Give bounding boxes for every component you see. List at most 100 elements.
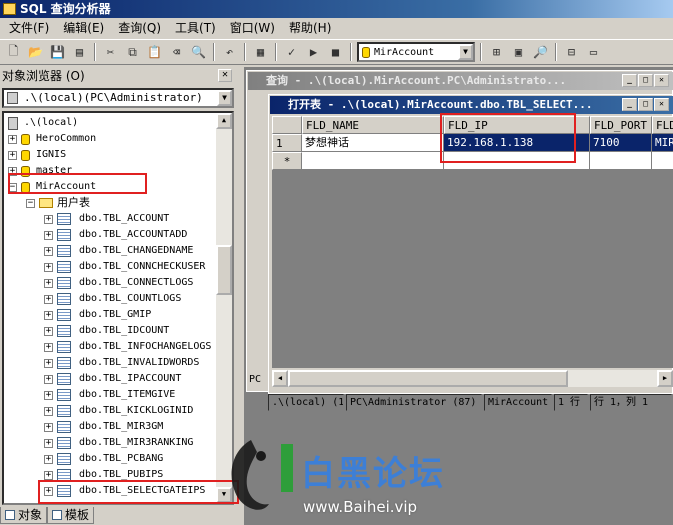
tree-node-table[interactable]: + dbo.TBL_ACCOUNTADD — [44, 227, 187, 243]
tree-node-table[interactable]: + dbo.TBL_GMIP — [44, 307, 151, 323]
expand-icon[interactable]: + — [44, 438, 53, 448]
close-icon[interactable]: ✕ — [218, 69, 232, 82]
table-cell[interactable]: 梦想神话 — [302, 134, 444, 152]
menu-window[interactable]: 窗口(W) — [223, 18, 282, 38]
scroll-left-icon[interactable]: ◀ — [272, 370, 288, 387]
expand-icon[interactable]: + — [44, 294, 53, 304]
tree-node-server[interactable]: .\(local) — [8, 115, 78, 131]
expand-icon[interactable]: + — [44, 230, 53, 240]
scroll-thumb[interactable] — [288, 370, 568, 387]
clear-window-icon[interactable]: ⌫ — [167, 43, 186, 62]
open-icon[interactable]: 📂 — [26, 43, 45, 62]
expand-icon[interactable]: + — [8, 150, 17, 160]
minimize-icon[interactable]: _ — [622, 98, 637, 111]
database-select[interactable]: MirAccount ▼ — [357, 42, 475, 62]
column-header[interactable]: FLD_NAME — [302, 116, 444, 134]
table-cell[interactable] — [652, 152, 673, 170]
tree-node-database[interactable]: + IGNIS — [8, 147, 66, 163]
table-cell[interactable] — [590, 152, 652, 170]
tree-node-table[interactable]: + dbo.TBL_PCBANG — [44, 451, 163, 467]
new-query-icon[interactable]: 🗋 — [4, 43, 23, 62]
menu-edit[interactable]: 编辑(E) — [56, 18, 111, 38]
maximize-icon[interactable]: □ — [638, 74, 653, 87]
query-window-title[interactable]: 查询 - .\(local).MirAccount.PC\Administrat… — [248, 72, 673, 90]
find-icon[interactable]: 🔍 — [189, 43, 208, 62]
expand-icon[interactable]: + — [44, 422, 53, 432]
parse-icon[interactable]: ✓ — [282, 43, 301, 62]
expand-icon[interactable]: + — [44, 278, 53, 288]
tree-node-table[interactable]: + dbo.TBL_KICKLOGINID — [44, 403, 193, 419]
expand-icon[interactable]: + — [44, 454, 53, 464]
close-icon[interactable]: ✕ — [654, 98, 669, 111]
scroll-right-icon[interactable]: ▶ — [657, 370, 673, 387]
tab-objects[interactable]: 对象 — [0, 507, 48, 524]
expand-icon[interactable]: + — [44, 374, 53, 384]
tree-node-table[interactable]: + dbo.TBL_CHANGEDNAME — [44, 243, 193, 259]
tree-node-table[interactable]: + dbo.TBL_ITEMGIVE — [44, 387, 175, 403]
tree-node-table[interactable]: + dbo.TBL_IDCOUNT — [44, 323, 169, 339]
expand-icon[interactable]: + — [44, 358, 53, 368]
tree-node-table[interactable]: + dbo.TBL_CONNECTLOGS — [44, 275, 193, 291]
scroll-up-icon[interactable]: ▲ — [216, 113, 232, 129]
column-header[interactable]: FLD_PORT — [590, 116, 652, 134]
maximize-icon[interactable]: □ — [638, 98, 653, 111]
table-cell[interactable]: 7100 — [590, 134, 652, 152]
row-header[interactable]: 1 — [272, 134, 302, 152]
menu-query[interactable]: 查询(Q) — [111, 18, 168, 38]
results-pane-icon[interactable]: ▭ — [584, 43, 603, 62]
column-header[interactable]: FLD — [652, 116, 673, 134]
scroll-thumb[interactable] — [216, 245, 232, 295]
grid-corner[interactable] — [272, 116, 302, 134]
tree-node-table[interactable]: + dbo.TBL_CONNCHECKUSER — [44, 259, 205, 275]
execution-plan-icon[interactable]: ⊞ — [487, 43, 506, 62]
tab-templates[interactable]: 模板 — [47, 507, 95, 524]
menu-tools[interactable]: 工具(T) — [168, 18, 223, 38]
table-cell[interactable]: MIR — [652, 134, 673, 152]
current-connection-icon[interactable]: ⊟ — [562, 43, 581, 62]
expand-icon[interactable]: + — [44, 406, 53, 416]
expand-icon[interactable]: + — [44, 342, 53, 352]
chevron-down-icon[interactable]: ▼ — [217, 90, 232, 106]
menu-help[interactable]: 帮助(H) — [282, 18, 338, 38]
collapse-icon[interactable]: − — [26, 198, 35, 208]
insert-template-icon[interactable]: ▤ — [70, 43, 89, 62]
new-row-marker[interactable]: * — [272, 152, 302, 170]
query-results-tab[interactable]: PC — [248, 350, 268, 390]
expand-icon[interactable]: + — [44, 214, 53, 224]
tree-node-table[interactable]: + dbo.TBL_MIR3GM — [44, 419, 163, 435]
tree-node-database[interactable]: + HeroCommon — [8, 131, 96, 147]
results-grid-icon[interactable]: ▦ — [251, 43, 270, 62]
expand-icon[interactable]: + — [44, 262, 53, 272]
expand-icon[interactable]: + — [44, 326, 53, 336]
tree-node-table[interactable]: + dbo.TBL_MIR3RANKING — [44, 435, 193, 451]
expand-icon[interactable]: + — [44, 246, 53, 256]
expand-icon[interactable]: + — [8, 134, 17, 144]
minimize-icon[interactable]: _ — [622, 74, 637, 87]
copy-icon[interactable]: ⧉ — [123, 43, 142, 62]
tree-node-table[interactable]: + dbo.TBL_IPACCOUNT — [44, 371, 181, 387]
table-cell[interactable] — [302, 152, 444, 170]
paste-icon[interactable]: 📋 — [145, 43, 164, 62]
close-icon[interactable]: ✕ — [654, 74, 669, 87]
expand-icon[interactable]: + — [44, 390, 53, 400]
expand-icon[interactable]: + — [44, 470, 53, 480]
object-search-icon[interactable]: 🔎 — [531, 43, 550, 62]
tree-node-table[interactable]: + dbo.TBL_COUNTLOGS — [44, 291, 181, 307]
menu-file[interactable]: 文件(F) — [2, 18, 56, 38]
open-table-window-title[interactable]: 打开表 - .\(local).MirAccount.dbo.TBL_SELEC… — [270, 96, 673, 114]
save-icon[interactable]: 💾 — [48, 43, 67, 62]
status-rows: 1 行 — [554, 394, 588, 411]
tree-node-folder[interactable]: − 用户表 — [26, 195, 90, 211]
object-browser-icon[interactable]: ▣ — [509, 43, 528, 62]
server-select[interactable]: .\(local)(PC\Administrator) ▼ — [2, 88, 234, 108]
grid-horizontal-scrollbar[interactable]: ◀ ▶ — [272, 370, 673, 387]
cut-icon[interactable]: ✂ — [101, 43, 120, 62]
tree-node-table[interactable]: + dbo.TBL_INVALIDWORDS — [44, 355, 199, 371]
undo-icon[interactable]: ↶ — [220, 43, 239, 62]
stop-icon[interactable]: ■ — [326, 43, 345, 62]
chevron-down-icon[interactable]: ▼ — [458, 44, 473, 60]
execute-icon[interactable]: ▶ — [304, 43, 323, 62]
expand-icon[interactable]: + — [44, 310, 53, 320]
tree-node-table[interactable]: + dbo.TBL_INFOCHANGELOGS — [44, 339, 211, 355]
tree-node-table[interactable]: + dbo.TBL_ACCOUNT — [44, 211, 169, 227]
